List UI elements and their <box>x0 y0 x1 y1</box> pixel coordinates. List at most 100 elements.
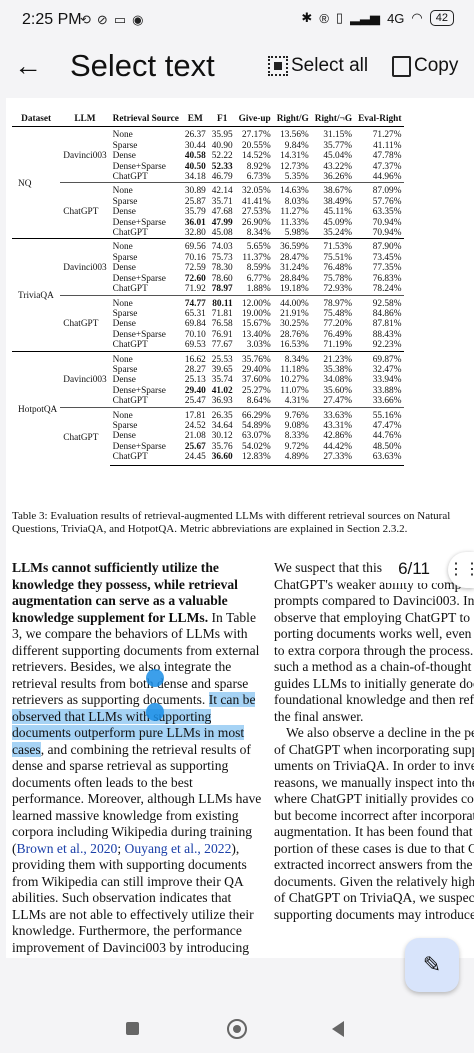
llm-cell: ChatGPT <box>60 294 110 352</box>
value-cell: 71.53% <box>311 238 356 253</box>
table-row: ChatGPT None 30.89 42.14 32.05% 14.63% 38.67% 8… <box>12 182 405 239</box>
table-header: Eval-Right <box>355 112 405 128</box>
table-body: NQ Davinci003 None 26.37 35.95 27.17% 13.56% 31… <box>12 127 405 466</box>
source-cell: ChatGPT <box>112 284 148 295</box>
value-cell: 38.49% <box>323 196 353 207</box>
value-cell: 13.40% <box>242 329 271 340</box>
value-cell: 78.97 <box>211 284 233 295</box>
value-cell: 12.73% <box>280 161 309 172</box>
text-line: where ChatGPT initially provides correct <box>274 791 474 806</box>
document-page[interactable]: Dataset LLM Retrieval Source EM F1 Give-… <box>6 98 474 958</box>
value-cell: 4.89% <box>273 452 312 466</box>
source-cell: Sparse <box>112 420 138 431</box>
value-cell: 36.01 <box>184 217 206 228</box>
value-cell: 84.86% <box>372 308 402 319</box>
citation-link[interactable]: Ouyang et al., 2022 <box>125 841 232 856</box>
value-cell: 40.50 <box>184 161 206 172</box>
value-cell: 14.31% <box>280 151 309 162</box>
recents-icon[interactable] <box>126 1022 139 1035</box>
value-cell: 33.94% <box>372 375 402 386</box>
source-cell: Dense+Sparse <box>112 161 166 172</box>
dataset-cell: HotpotQA <box>12 350 61 466</box>
value-cell: 75.51% <box>323 252 353 263</box>
value-cell: 29.40 <box>184 385 206 396</box>
value-cell: 76.83% <box>372 273 402 284</box>
value-cell: 31.24% <box>280 263 309 274</box>
value-cell: 9.72% <box>284 441 309 452</box>
table-caption: Table 3: Evaluation results of retrieval… <box>12 510 451 535</box>
dataset-cell: TriviaQA <box>12 238 61 352</box>
table-header: Dataset <box>12 112 61 128</box>
value-cell: 21.08 <box>184 431 206 442</box>
copy-button[interactable]: Copy <box>392 55 458 77</box>
value-cell: 70.94% <box>372 228 402 239</box>
source-cell: None <box>109 406 182 421</box>
value-cell: 92.23% <box>372 340 402 351</box>
selection-start-handle[interactable] <box>146 669 164 687</box>
home-icon[interactable] <box>227 1019 247 1039</box>
value-cell: 5.65% <box>235 238 274 253</box>
citation-link[interactable]: Brown et al., 2020 <box>17 841 118 856</box>
select-all-button[interactable]: Select all <box>268 55 368 77</box>
value-cell: 11.33% <box>280 217 309 228</box>
source-cell: Dense+Sparse <box>112 385 166 396</box>
text-line: augmentation. It has been found that a s… <box>274 824 474 839</box>
text-line: but become incorrect after incorporating <box>274 807 474 823</box>
text-line: reasons, we manually inspect into the b <box>274 774 474 790</box>
value-cell: 44.76% <box>372 431 402 442</box>
value-cell: 25.87 <box>184 196 206 207</box>
source-cell: None <box>109 238 182 253</box>
table-header: Right/¬G <box>311 112 356 128</box>
value-cell: 9.08% <box>284 420 309 431</box>
source-cell: ChatGPT <box>109 452 182 466</box>
value-cell: 34.18 <box>184 172 206 183</box>
edit-fab-button[interactable]: ✎ <box>405 938 459 992</box>
value-cell: 9.76% <box>273 406 312 421</box>
value-cell: 5.35% <box>284 172 309 183</box>
table-header: LLM <box>60 112 110 128</box>
value-cell: 35.77% <box>323 140 353 151</box>
body-text: ; <box>117 840 125 856</box>
status-time: 2:25 PM <box>22 11 82 28</box>
back-nav-icon[interactable] <box>332 1021 344 1037</box>
back-arrow-icon[interactable]: ← <box>14 52 42 80</box>
value-cell: 14.52% <box>242 151 271 162</box>
source-cell: None <box>109 182 182 197</box>
value-cell: 42.14 <box>208 182 236 197</box>
value-cell: 28.47% <box>280 252 309 263</box>
vibrate-icon: ▯ <box>335 10 344 25</box>
bold-lead: LLMs cannot sufficiently utilize the kno… <box>12 560 238 625</box>
bluetooth-icon: ✱ <box>301 10 313 25</box>
value-cell: 29.40% <box>242 364 271 375</box>
value-cell: 35.60% <box>323 385 353 396</box>
source-cell: Dense+Sparse <box>112 273 166 284</box>
page-title: Select text <box>70 48 215 83</box>
value-cell: 52.22 <box>211 151 233 162</box>
results-table: Dataset LLM Retrieval Source EM F1 Give-… <box>12 112 405 466</box>
text-line: guides LLMs to initially generate docum <box>274 675 474 691</box>
value-cell: 45.09% <box>323 217 353 228</box>
value-cell: 25.67 <box>184 441 206 452</box>
value-cell: 52.33 <box>211 161 233 172</box>
value-cell: 14.63% <box>273 182 312 197</box>
value-cell: 47.99 <box>211 217 233 228</box>
value-cell: 8.59% <box>246 263 271 274</box>
sync-icon: ⟲ <box>80 12 91 27</box>
value-cell: 48.50% <box>372 441 402 452</box>
value-cell: 69.53 <box>184 340 206 351</box>
value-cell: 78.60 <box>211 273 233 284</box>
value-cell: 76.91 <box>211 329 233 340</box>
pen-icon: ✎ <box>422 952 442 977</box>
value-cell: 20.55% <box>242 140 271 151</box>
value-cell: 88.43% <box>372 329 402 340</box>
value-cell: 13.56% <box>280 130 309 141</box>
source-cell: ChatGPT <box>112 340 148 351</box>
value-cell: 78.24% <box>372 284 402 295</box>
value-cell: 77.20% <box>323 319 353 330</box>
value-cell: 8.33% <box>284 431 309 442</box>
nav-bar <box>0 1010 474 1053</box>
value-cell: 35.38% <box>323 364 353 375</box>
selection-end-handle[interactable] <box>146 703 164 721</box>
text-line: to extra corpora through the process. We <box>274 642 474 658</box>
source-cell: None <box>109 294 182 309</box>
